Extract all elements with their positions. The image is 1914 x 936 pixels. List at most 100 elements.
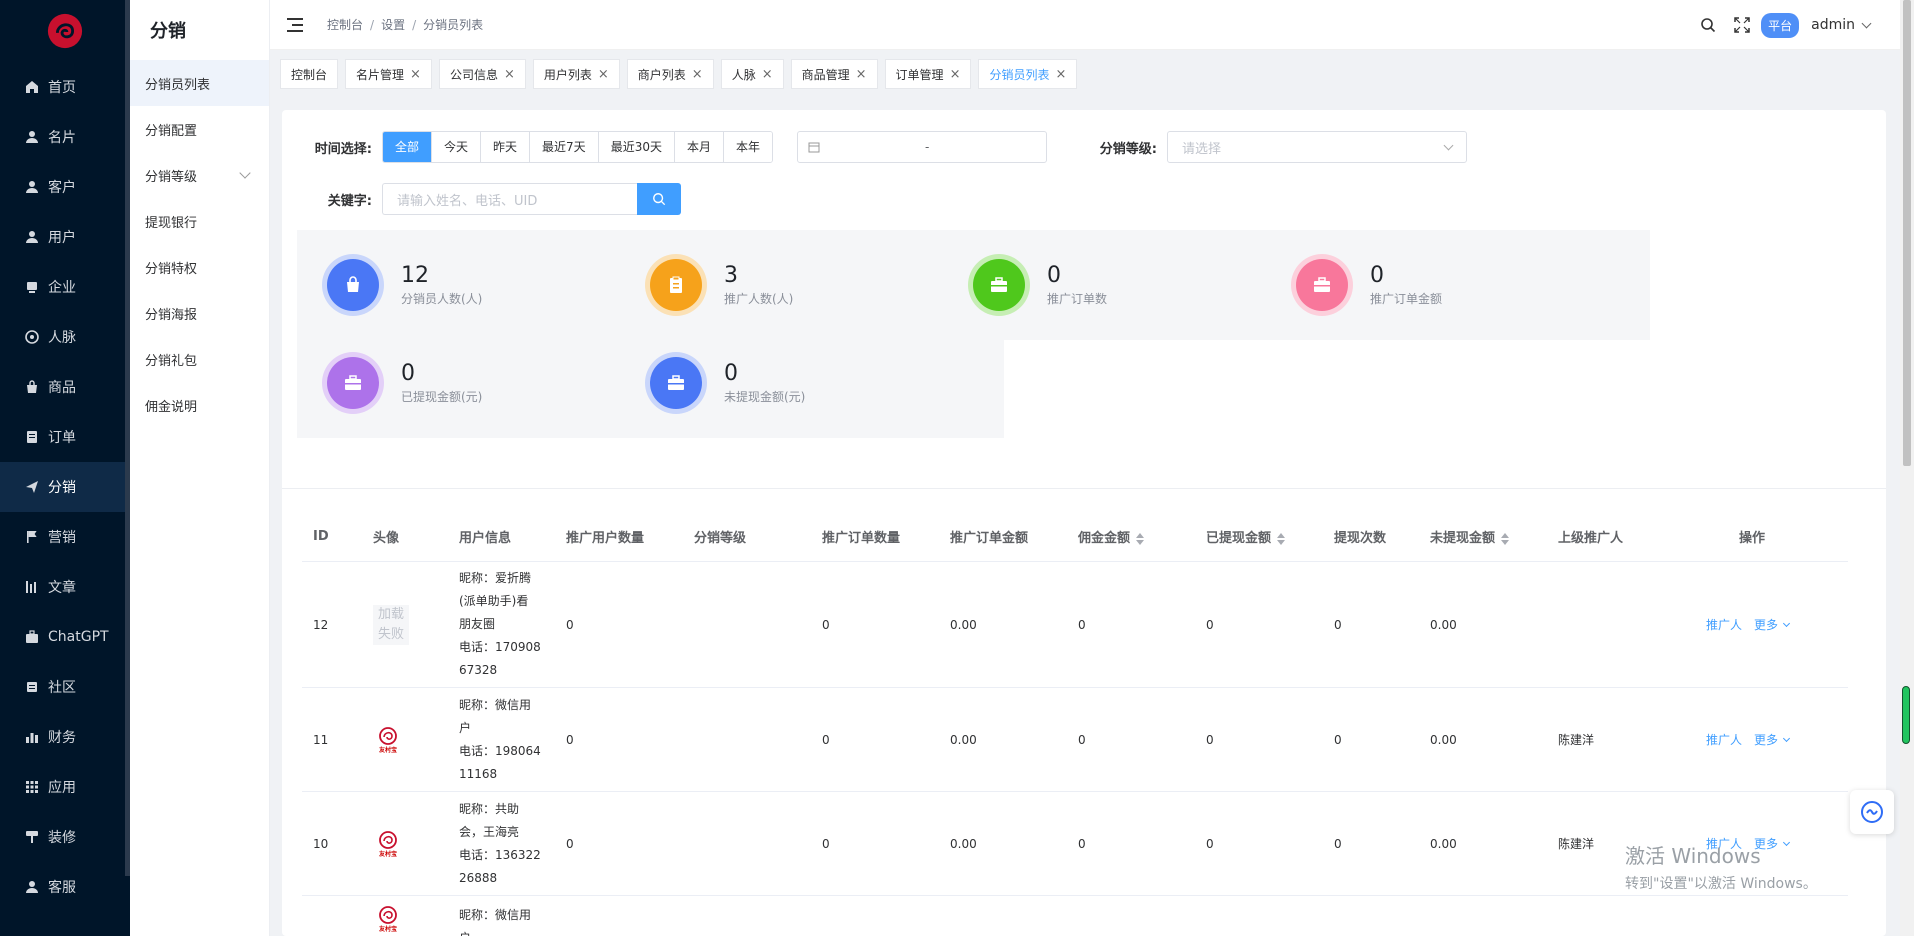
menu-fold-icon[interactable] (287, 17, 305, 32)
submenu-item[interactable]: 分销礼包 (130, 336, 269, 382)
column-header-label: 分销等级 (694, 531, 747, 546)
nav-item-13[interactable]: 财务 (0, 712, 130, 762)
promoter-link[interactable]: 推广人 (1706, 731, 1742, 748)
page-scrollbar[interactable] (1900, 0, 1914, 936)
nav-item-2[interactable]: 客户 (0, 162, 130, 212)
keyword-placeholder: 请输入姓名、电话、UID (397, 193, 538, 209)
level-filter-label: 分销等级: (1099, 141, 1157, 157)
user-info-line: 11168 (459, 766, 498, 781)
cell-up: 陈建洋 (1558, 733, 1595, 747)
date-range-picker[interactable]: - (797, 131, 1047, 163)
scrollbar-thumb[interactable] (1903, 0, 1911, 466)
level-select[interactable]: 请选择 (1167, 131, 1467, 163)
avatar-caption: 友村宝 (378, 926, 397, 933)
tab-tag[interactable]: 公司信息 × (438, 59, 526, 89)
platform-badge[interactable]: 平台 (1761, 12, 1800, 38)
tab-tag[interactable]: 名片管理 × (345, 59, 432, 89)
shopping-bag-icon (327, 259, 379, 311)
user-info-line: 户 (459, 927, 555, 936)
time-option-button[interactable]: 本月 (674, 132, 724, 162)
nav-item-10[interactable]: 文章 (0, 562, 130, 612)
submenu-item[interactable]: 分销海报 (130, 290, 269, 336)
column-header[interactable]: 佣金金额 (1067, 527, 1195, 546)
search-button[interactable] (637, 183, 681, 215)
stat-value: 0 (1047, 263, 1061, 288)
breadcrumb-item[interactable]: 控制台 (327, 16, 363, 33)
keyword-input[interactable]: 请输入姓名、电话、UID (382, 183, 637, 215)
nav-item-8[interactable]: 分销 (0, 462, 130, 512)
column-header[interactable]: 已提现金额 (1195, 527, 1323, 546)
time-option-button[interactable]: 最近7天 (530, 132, 599, 162)
avatar[interactable]: 友村宝 (373, 725, 403, 755)
close-icon[interactable]: × (856, 67, 867, 82)
briefcase-icon (327, 357, 379, 409)
nav-item-4[interactable]: 企业 (0, 262, 130, 312)
submenu-item[interactable]: 佣金说明 (130, 382, 269, 428)
close-icon[interactable]: × (950, 67, 961, 82)
time-option-button[interactable]: 昨天 (481, 132, 531, 162)
submenu-item[interactable]: 分销配置 (130, 106, 269, 152)
avatar[interactable]: 友村宝 (373, 829, 403, 859)
nav-item-label: 营销 (48, 530, 76, 546)
nav-item-3[interactable]: 用户 (0, 212, 130, 262)
nav-item-12[interactable]: 社区 (0, 662, 130, 712)
submenu-item[interactable]: 分销员列表 (130, 60, 269, 106)
close-icon[interactable]: × (504, 67, 515, 82)
nav-item-16[interactable]: 客服 (0, 862, 130, 912)
nav-item-9[interactable]: 营销 (0, 512, 130, 562)
tab-tag[interactable]: 用户列表 × (532, 59, 620, 89)
tab-tag[interactable]: 控制台 (280, 59, 339, 89)
nav-item-11[interactable]: ChatGPT (0, 612, 130, 662)
submenu-item[interactable]: 分销特权 (130, 244, 269, 290)
more-dropdown[interactable]: 更多 (1754, 616, 1791, 633)
sort-icon[interactable] (1136, 532, 1145, 545)
column-header[interactable]: 未提现金额 (1419, 527, 1547, 546)
distributor-list-card: 时间选择: 全部 今天 昨天 最近7天 最近30天 本月 本年 - 分销等级: 请选择 关键… (282, 110, 1886, 936)
fullscreen-icon[interactable] (1733, 16, 1751, 34)
cell-avatar: 友村宝 (362, 904, 448, 934)
sort-icon[interactable] (1277, 532, 1286, 545)
close-icon[interactable]: × (1055, 67, 1066, 82)
close-icon[interactable]: × (598, 67, 609, 82)
submenu-item[interactable]: 分销等级 (130, 152, 269, 198)
time-option-button[interactable]: 本年 (723, 132, 772, 162)
submenu-item[interactable]: 提现银行 (130, 198, 269, 244)
close-icon[interactable]: × (762, 67, 773, 82)
tab-tag[interactable]: 分销员列表 × (978, 59, 1078, 89)
time-option-button[interactable]: 最近30天 (598, 132, 675, 162)
nav-item-1[interactable]: 名片 (0, 112, 130, 162)
user-info-line: 昵称：微信用 (459, 908, 532, 922)
brand-logo[interactable] (0, 0, 130, 62)
nav-item-label: 客户 (48, 180, 76, 196)
tab-tag[interactable]: 订单管理 × (884, 59, 972, 89)
column-header-label: 用户信息 (459, 531, 512, 546)
search-icon[interactable] (1699, 16, 1717, 34)
close-icon[interactable]: × (410, 67, 421, 82)
cell-wd: 0 (1206, 732, 1214, 747)
nav-item-15[interactable]: 装修 (0, 812, 130, 862)
nav-item-0[interactable]: 首页 (0, 62, 130, 112)
user-menu[interactable]: admin (1811, 17, 1872, 33)
breadcrumb-item[interactable]: 设置 (381, 16, 405, 33)
side-widget-tab[interactable] (1902, 686, 1910, 744)
tab-tag[interactable]: 人脉 × (720, 59, 784, 89)
nav-item-14[interactable]: 应用 (0, 762, 130, 812)
more-dropdown[interactable]: 更多 (1754, 731, 1791, 748)
nav-item-6[interactable]: 商品 (0, 362, 130, 412)
cell-po: 0 (822, 732, 830, 747)
cell-user-info: 昵称：微信用户电话：198064 11168 (448, 694, 555, 786)
sort-icon[interactable] (1501, 532, 1510, 545)
tab-tag[interactable]: 商户列表 × (626, 59, 714, 89)
avatar[interactable]: 友村宝 (373, 904, 403, 934)
tab-tag[interactable]: 商品管理 × (790, 59, 878, 89)
time-option-button[interactable]: 全部 (383, 132, 433, 162)
customer-service-button[interactable] (1850, 790, 1894, 834)
time-option-button[interactable]: 今天 (432, 132, 482, 162)
column-header-label: 推广订单数量 (822, 531, 901, 546)
nav-item-7[interactable]: 订单 (0, 412, 130, 462)
close-icon[interactable]: × (692, 67, 703, 82)
avatar[interactable]: 加载失败 (373, 604, 409, 645)
user-info-line: 朋友圈 (459, 617, 496, 631)
promoter-link[interactable]: 推广人 (1706, 616, 1742, 633)
nav-item-5[interactable]: 人脉 (0, 312, 130, 362)
